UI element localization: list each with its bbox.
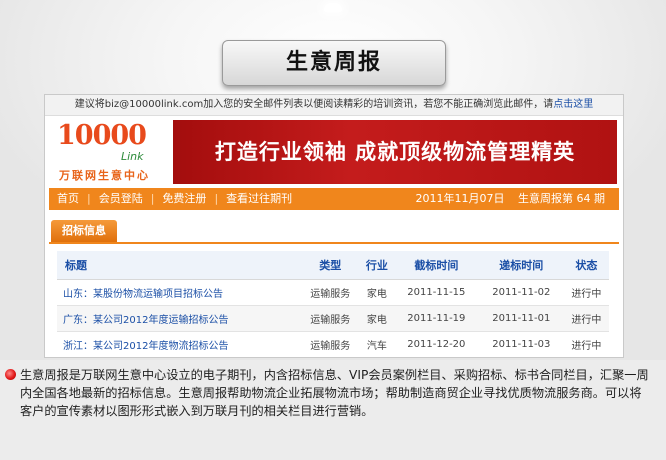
nav-item-past-issues[interactable]: 查看过往期刊 — [218, 188, 300, 210]
col-deadline: 截标时间 — [393, 251, 479, 280]
logo-brand: 10000 — [57, 120, 147, 151]
tab-bidding-info[interactable]: 招标信息 — [51, 220, 117, 242]
spotlight-lamp — [324, 3, 342, 12]
bidding-table: 标题 类型 行业 截标时间 递标时间 状态 山东：某股份物流运输项目招标公告 运… — [57, 251, 609, 357]
row-industry: 家电 — [359, 279, 394, 306]
row-deadline: 2011-11-19 — [393, 305, 479, 332]
row-industry: 汽车 — [359, 331, 394, 357]
table-row[interactable]: 山东：某股份物流运输项目招标公告 运输服务 家电 2011-11-15 2011… — [57, 279, 609, 306]
issue-info: 2011年11月07日 生意周报第 64 期 — [406, 188, 606, 210]
nav-item-register[interactable]: 免费注册 — [154, 188, 214, 210]
row-title-link[interactable]: 山东：某股份物流运输项目招标公告 — [57, 279, 301, 306]
col-status: 状态 — [563, 251, 609, 280]
row-submit-date: 2011-11-01 — [478, 305, 564, 332]
bullet-icon — [5, 369, 16, 380]
col-submit-date: 递标时间 — [478, 251, 564, 280]
description-text: 生意周报是万联网生意中心设立的电子期刊，内含招标信息、VIP会员案例栏目、采购招… — [20, 368, 649, 418]
row-type: 运输服务 — [300, 279, 360, 306]
row-submit-date: 2011-11-03 — [478, 331, 564, 357]
table-row[interactable]: 广东：某公司2012年度运输招标公告 运输服务 家电 2011-11-19 20… — [57, 305, 609, 332]
header-banner: 打造行业领袖 成就顶级物流管理精英 — [173, 120, 617, 184]
nav-item-home[interactable]: 首页 — [49, 188, 87, 210]
row-type: 运输服务 — [300, 305, 360, 332]
nav-item-login[interactable]: 会员登陆 — [91, 188, 151, 210]
logo-site-name: 万联网生意中心 — [59, 169, 150, 182]
row-industry: 家电 — [359, 305, 394, 332]
table-header-row: 标题 类型 行业 截标时间 递标时间 状态 — [57, 251, 609, 280]
row-status: 进行中 — [563, 279, 609, 306]
table-row[interactable]: 浙江：某公司2012年度物流招标公告 运输服务 汽车 2011-12-20 20… — [57, 331, 609, 357]
newsletter-header: 10000 Link 万联网生意中心 打造行业领袖 成就顶级物流管理精英 — [45, 116, 623, 188]
row-title-link[interactable]: 浙江：某公司2012年度物流招标公告 — [57, 331, 301, 357]
row-deadline: 2011-12-20 — [393, 331, 479, 357]
nav-bar: 首页 | 会员登陆 | 免费注册 | 查看过往期刊 2011年11月07日 生意… — [49, 188, 619, 210]
row-type: 运输服务 — [300, 331, 360, 357]
logo-brand-sub: Link — [121, 150, 144, 163]
email-notice: 建议将biz@10000link.com加入您的安全邮件列表以便阅读精彩的培训资… — [45, 95, 623, 116]
row-deadline: 2011-11-15 — [393, 279, 479, 306]
row-title-link[interactable]: 广东：某公司2012年度运输招标公告 — [57, 305, 301, 332]
page-title: 生意周报 — [222, 40, 446, 86]
issue-number: 生意周报第 64 期 — [518, 192, 605, 205]
click-here-link[interactable]: 点击这里 — [553, 99, 593, 110]
row-status: 进行中 — [563, 331, 609, 357]
col-industry: 行业 — [359, 251, 394, 280]
row-submit-date: 2011-11-02 — [478, 279, 564, 306]
newsletter-preview: 建议将biz@10000link.com加入您的安全邮件列表以便阅读精彩的培训资… — [44, 94, 624, 358]
logo[interactable]: 10000 Link 万联网生意中心 — [49, 118, 169, 184]
col-type: 类型 — [300, 251, 360, 280]
section-header: 招标信息 — [49, 220, 619, 244]
col-title: 标题 — [57, 251, 301, 280]
issue-date: 2011年11月07日 — [415, 192, 505, 205]
description-block: 生意周报是万联网生意中心设立的电子期刊，内含招标信息、VIP会员案例栏目、采购招… — [5, 366, 650, 420]
email-notice-text: 建议将biz@10000link.com加入您的安全邮件列表以便阅读精彩的培训资… — [74, 99, 554, 110]
row-status: 进行中 — [563, 305, 609, 332]
